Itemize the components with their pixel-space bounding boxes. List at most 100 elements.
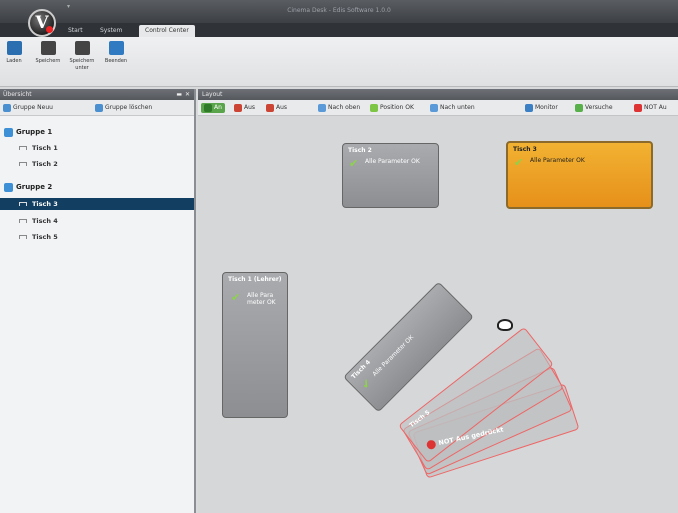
power-off-icon bbox=[266, 103, 274, 112]
table-icon bbox=[19, 235, 27, 239]
save-label: Speichern bbox=[35, 58, 61, 64]
delete-group-button[interactable]: Gruppe löschen bbox=[95, 103, 152, 113]
emergency-stop-icon bbox=[634, 103, 642, 112]
group-icon bbox=[4, 182, 13, 192]
card-title: Tisch 1 (Lehrer) bbox=[228, 276, 282, 283]
overview-toolbar: Gruppe Neuu Gruppe löschen bbox=[0, 100, 194, 116]
power-off-icon bbox=[234, 103, 242, 112]
nach-unten-button[interactable]: Nach unten bbox=[430, 103, 475, 113]
an-button[interactable]: An bbox=[201, 103, 225, 113]
tree-item-tisch-1[interactable]: Tisch 1 bbox=[0, 142, 194, 154]
exit-label: Beenden bbox=[104, 58, 128, 64]
layout-toolbar: An Aus Aus Nach oben Position OK Nach un… bbox=[198, 100, 678, 116]
table-icon bbox=[19, 146, 27, 150]
tree-item-tisch-3[interactable]: Tisch 3 bbox=[0, 198, 194, 210]
overview-title: Übersicht bbox=[3, 91, 32, 98]
table-card-tisch-3[interactable]: Tisch 3 ✔ Alle Parameter OK bbox=[506, 141, 653, 209]
aus-label: Aus bbox=[276, 104, 288, 111]
not-aus-button[interactable]: NOT Au bbox=[634, 103, 667, 113]
check-icon: ✔ bbox=[231, 291, 241, 304]
exit-icon bbox=[108, 41, 124, 55]
check-icon: ✔ bbox=[358, 376, 375, 392]
aus-button-1[interactable]: Aus bbox=[234, 103, 255, 113]
item-label: Tisch 4 bbox=[32, 217, 58, 225]
nach-unten-label: Nach unten bbox=[440, 104, 475, 111]
table-card-tisch-1[interactable]: Tisch 1 (Lehrer) ✔ Alle Para meter OK bbox=[222, 272, 288, 418]
card-title: Tisch 3 bbox=[513, 146, 537, 153]
item-label: Tisch 2 bbox=[32, 160, 58, 168]
app-logo[interactable]: V bbox=[28, 9, 56, 37]
table-icon bbox=[19, 162, 27, 166]
floppy-icon bbox=[74, 41, 90, 55]
warning-icon bbox=[425, 439, 437, 451]
ghost-title: Tisch 5 bbox=[408, 409, 432, 430]
not-aus-label: NOT Au bbox=[644, 104, 667, 111]
monitor-icon bbox=[525, 103, 533, 112]
pin-icon[interactable]: ▬ bbox=[176, 89, 182, 100]
grab-cursor-icon bbox=[497, 319, 513, 331]
tree-item-tisch-2[interactable]: Tisch 2 bbox=[0, 158, 194, 170]
aus-label: Aus bbox=[244, 104, 256, 111]
tab-system[interactable]: System bbox=[94, 25, 128, 37]
table-card-tisch-2[interactable]: Tisch 2 ✔ Alle Parameter OK bbox=[342, 143, 439, 208]
group-add-icon bbox=[3, 103, 11, 112]
card-title: Tisch 4 bbox=[350, 358, 372, 381]
card-status: Alle Parameter OK bbox=[365, 158, 420, 165]
load-label: Laden bbox=[6, 58, 22, 64]
card-status: Alle Parameter OK bbox=[371, 334, 416, 378]
group-label: Gruppe 2 bbox=[16, 183, 53, 191]
load-button[interactable]: Laden bbox=[0, 41, 28, 65]
an-label: An bbox=[214, 104, 222, 111]
save-button[interactable]: Speichern bbox=[34, 41, 62, 65]
overview-header: Übersicht ▬ ✕ bbox=[0, 89, 194, 100]
group-1[interactable]: Gruppe 1 bbox=[4, 126, 52, 138]
new-group-label: Gruppe Neuu bbox=[13, 104, 53, 111]
new-group-button[interactable]: Gruppe Neuu bbox=[3, 103, 53, 113]
card-status: Alle Para meter OK bbox=[247, 292, 276, 306]
close-icon[interactable]: ✕ bbox=[185, 89, 190, 100]
group-icon bbox=[4, 127, 13, 137]
versuche-label: Versuche bbox=[585, 104, 613, 111]
versuche-button[interactable]: Versuche bbox=[575, 103, 613, 113]
floppy-icon bbox=[40, 41, 56, 55]
position-ok-button[interactable]: Position OK bbox=[370, 103, 414, 113]
nach-oben-label: Nach oben bbox=[328, 104, 361, 111]
group-delete-icon bbox=[95, 103, 103, 112]
group-label: Gruppe 1 bbox=[16, 128, 53, 136]
delete-group-label: Gruppe löschen bbox=[105, 104, 153, 111]
tab-control-center[interactable]: Control Center bbox=[139, 25, 195, 37]
card-status: Alle Parameter OK bbox=[530, 157, 585, 164]
tab-start[interactable]: Start bbox=[62, 25, 89, 37]
item-label: Tisch 5 bbox=[32, 233, 58, 241]
card-title: Tisch 2 bbox=[348, 147, 372, 154]
layout-header: Layout bbox=[198, 89, 678, 100]
check-icon bbox=[370, 103, 378, 112]
save-as-button[interactable]: Speichern unter bbox=[68, 41, 96, 72]
layout-panel: Layout An Aus Aus Nach oben Position OK … bbox=[198, 89, 678, 513]
position-ok-label: Position OK bbox=[380, 104, 414, 111]
nach-oben-button[interactable]: Nach oben bbox=[318, 103, 360, 113]
flask-icon bbox=[575, 103, 583, 112]
app-title: Cinema Desk - Edis Software 1.0.0 bbox=[287, 7, 391, 14]
power-on-icon bbox=[204, 103, 212, 112]
logo-dot-icon bbox=[46, 26, 53, 33]
folder-icon bbox=[6, 41, 22, 55]
item-label: Tisch 1 bbox=[32, 144, 58, 152]
tree-item-tisch-4[interactable]: Tisch 4 bbox=[0, 215, 194, 227]
check-icon: ✔ bbox=[514, 156, 524, 169]
monitor-button[interactable]: Monitor bbox=[525, 103, 558, 113]
arrow-up-icon bbox=[318, 103, 326, 112]
table-icon bbox=[19, 219, 27, 223]
tree-item-tisch-5[interactable]: Tisch 5 bbox=[0, 231, 194, 243]
save-as-label: Speichern unter bbox=[69, 58, 95, 71]
title-bar: ▾ Cinema Desk - Edis Software 1.0.0 bbox=[0, 0, 678, 23]
arrow-down-icon bbox=[430, 103, 438, 112]
exit-button[interactable]: Beenden bbox=[102, 41, 130, 65]
item-label: Tisch 3 bbox=[32, 200, 58, 208]
table-icon bbox=[19, 202, 27, 206]
aus-button-2[interactable]: Aus bbox=[266, 103, 287, 113]
ribbon: Laden Speichern Speichern unter Beenden bbox=[0, 37, 678, 87]
monitor-label: Monitor bbox=[535, 104, 558, 111]
overview-panel: Übersicht ▬ ✕ Gruppe Neuu Gruppe löschen… bbox=[0, 89, 196, 513]
group-2[interactable]: Gruppe 2 bbox=[4, 181, 52, 193]
